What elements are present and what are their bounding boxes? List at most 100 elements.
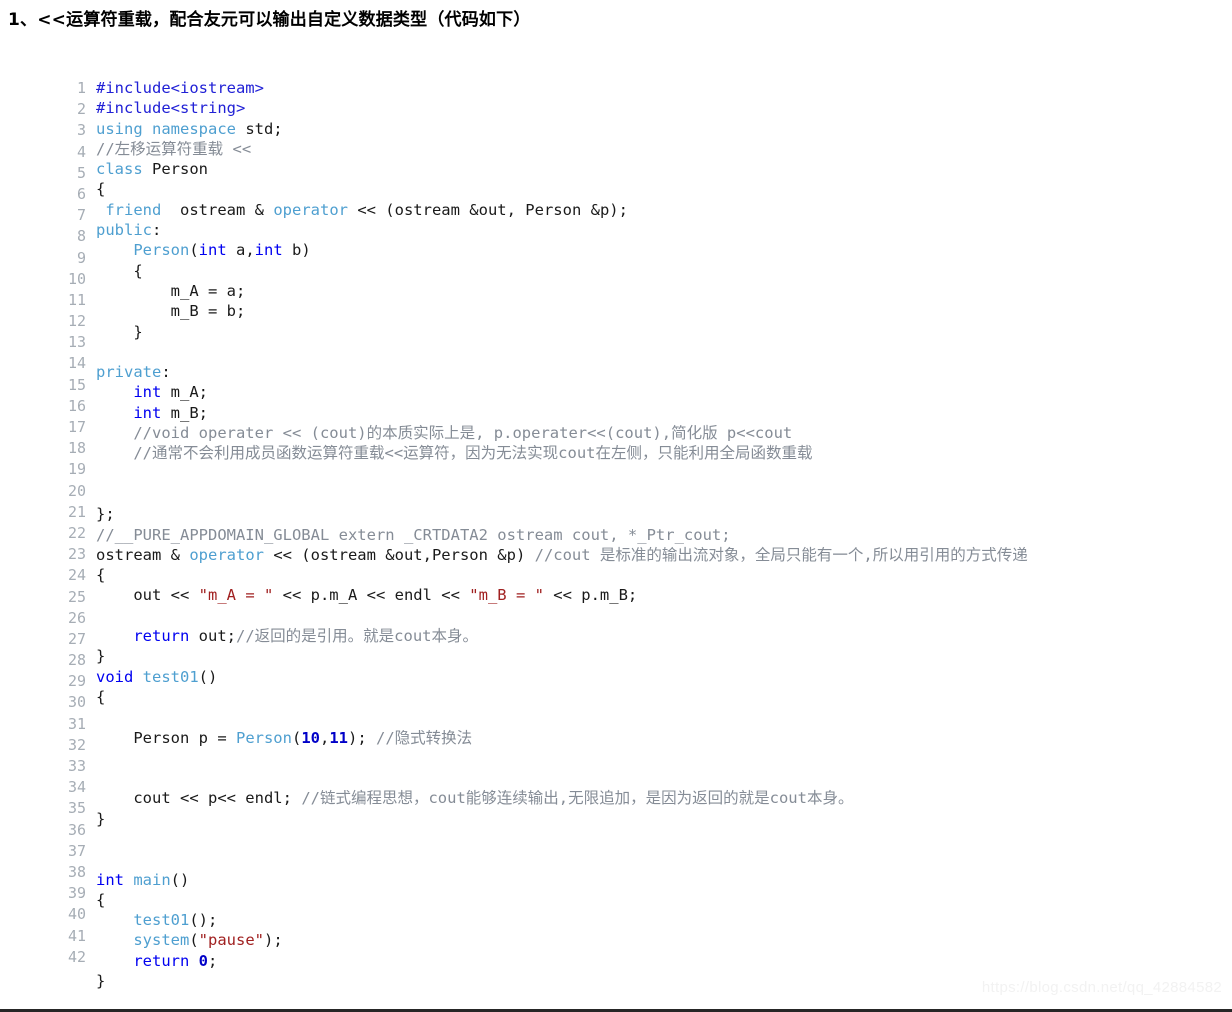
line-number: 34 — [67, 778, 86, 797]
line-number-gutter: 1 2 3 4 5 6 7 8 9 10 11 12 13 14 15 16 17 18 19 20 21 22 23 24 2… — [40, 78, 86, 968]
code-token: int — [133, 403, 162, 422]
code-token: m_A; — [161, 383, 208, 402]
line-number: 16 — [67, 396, 86, 415]
code-token: //链式编程思想，cout能够连续输出,无限追加，是因为返回的就是cout本身。 — [301, 789, 854, 808]
line-number: 11 — [67, 290, 86, 309]
code-token: Person — [142, 160, 208, 179]
line-number: 19 — [67, 460, 86, 479]
line-number: 28 — [67, 651, 86, 670]
code-token: << p.m_B; — [543, 586, 638, 605]
code-token: //void operater << (cout)的本质实际上是, p.oper… — [96, 424, 793, 443]
line-number: 29 — [67, 672, 86, 691]
code-line: using namespace std; — [96, 119, 1232, 139]
code-token: cout << p<< endl; — [96, 789, 302, 808]
code-token: (); — [189, 911, 218, 930]
code-token: m_B; — [161, 403, 208, 422]
line-number: 14 — [67, 354, 86, 373]
code-token: ; — [208, 951, 218, 970]
code-token: ); — [264, 931, 283, 950]
line-number: 41 — [67, 926, 86, 945]
line-number: 8 — [76, 227, 86, 246]
code-token: } — [96, 322, 143, 341]
code-token: ostream & — [161, 200, 274, 219]
code-token: out; — [189, 627, 236, 646]
code-token: std; — [235, 119, 283, 138]
code-token: { — [96, 890, 106, 909]
code-line: { — [96, 261, 1232, 281]
code-token: //返回的是引用。就是cout本身。 — [236, 627, 478, 646]
line-number: 7 — [76, 206, 86, 225]
code-token: << (ostream &out, Person &p); — [347, 200, 628, 219]
code-line: class Person — [96, 159, 1232, 179]
code-token: using namespace — [96, 119, 236, 138]
code-token: m_B = b; — [96, 302, 246, 321]
code-token: "m_B = " — [469, 586, 544, 605]
line-number: 13 — [67, 333, 86, 352]
code-token: operator — [189, 545, 264, 564]
line-number: 38 — [67, 862, 86, 881]
code-token: private — [96, 363, 162, 382]
code-line: { — [96, 890, 1232, 910]
line-number: 32 — [67, 735, 86, 754]
code-line: { — [96, 179, 1232, 199]
code-token: () — [170, 870, 190, 889]
line-number: 36 — [67, 820, 86, 839]
code-token: friend — [105, 200, 162, 219]
line-number: 37 — [67, 841, 86, 860]
code-token: Person p = — [96, 728, 236, 747]
line-number: 15 — [67, 375, 86, 394]
code-token: test01 — [133, 911, 190, 930]
code-token: int — [198, 241, 227, 260]
code-token: #include<iostream> — [96, 79, 264, 97]
code-line: #include<iostream> — [96, 78, 1232, 98]
line-number: 24 — [67, 566, 86, 585]
code-token: out << — [96, 586, 199, 605]
code-token: return — [133, 951, 190, 970]
code-token: << p.m_A << endl << — [273, 586, 470, 605]
line-number: 27 — [67, 629, 86, 648]
code-token: ); — [348, 728, 377, 747]
code-line: ostream & operator << (ostream &out,Pers… — [96, 545, 1232, 565]
code-line: //左移运算符重载 << — [96, 139, 1232, 159]
code-token: }; — [96, 505, 115, 524]
code-token: { — [96, 180, 106, 199]
code-token: public — [96, 221, 152, 240]
code-line: } — [96, 322, 1232, 342]
line-number: 12 — [67, 312, 86, 331]
code-line: { — [96, 687, 1232, 707]
code-token: ( — [189, 931, 199, 950]
code-line: //void operater << (cout)的本质实际上是, p.oper… — [96, 423, 1232, 443]
code-line: //__PURE_APPDOMAIN_GLOBAL extern _CRTDAT… — [96, 525, 1232, 545]
line-number: 1 — [76, 79, 86, 97]
code-token: } — [96, 647, 106, 666]
code-line: int m_A; — [96, 382, 1232, 402]
code-token: //cout 是标准的输出流对象，全局只能有一个,所以用引用的方式传递 — [534, 545, 1028, 564]
line-number: 39 — [67, 884, 86, 903]
code-token: m_A = a; — [96, 281, 246, 300]
line-number: 3 — [76, 121, 86, 140]
code-token: //隐式转换法 — [376, 728, 473, 747]
code-token: << (ostream &out,Person &p) — [263, 545, 535, 564]
code-line: Person(int a,int b) — [96, 240, 1232, 260]
line-number: 42 — [67, 947, 86, 966]
line-number: 26 — [67, 608, 86, 627]
code-token: main — [133, 870, 171, 889]
line-number: 30 — [67, 693, 86, 712]
code-token: { — [96, 261, 143, 280]
code-token: : — [152, 221, 162, 240]
line-number: 17 — [67, 418, 86, 436]
